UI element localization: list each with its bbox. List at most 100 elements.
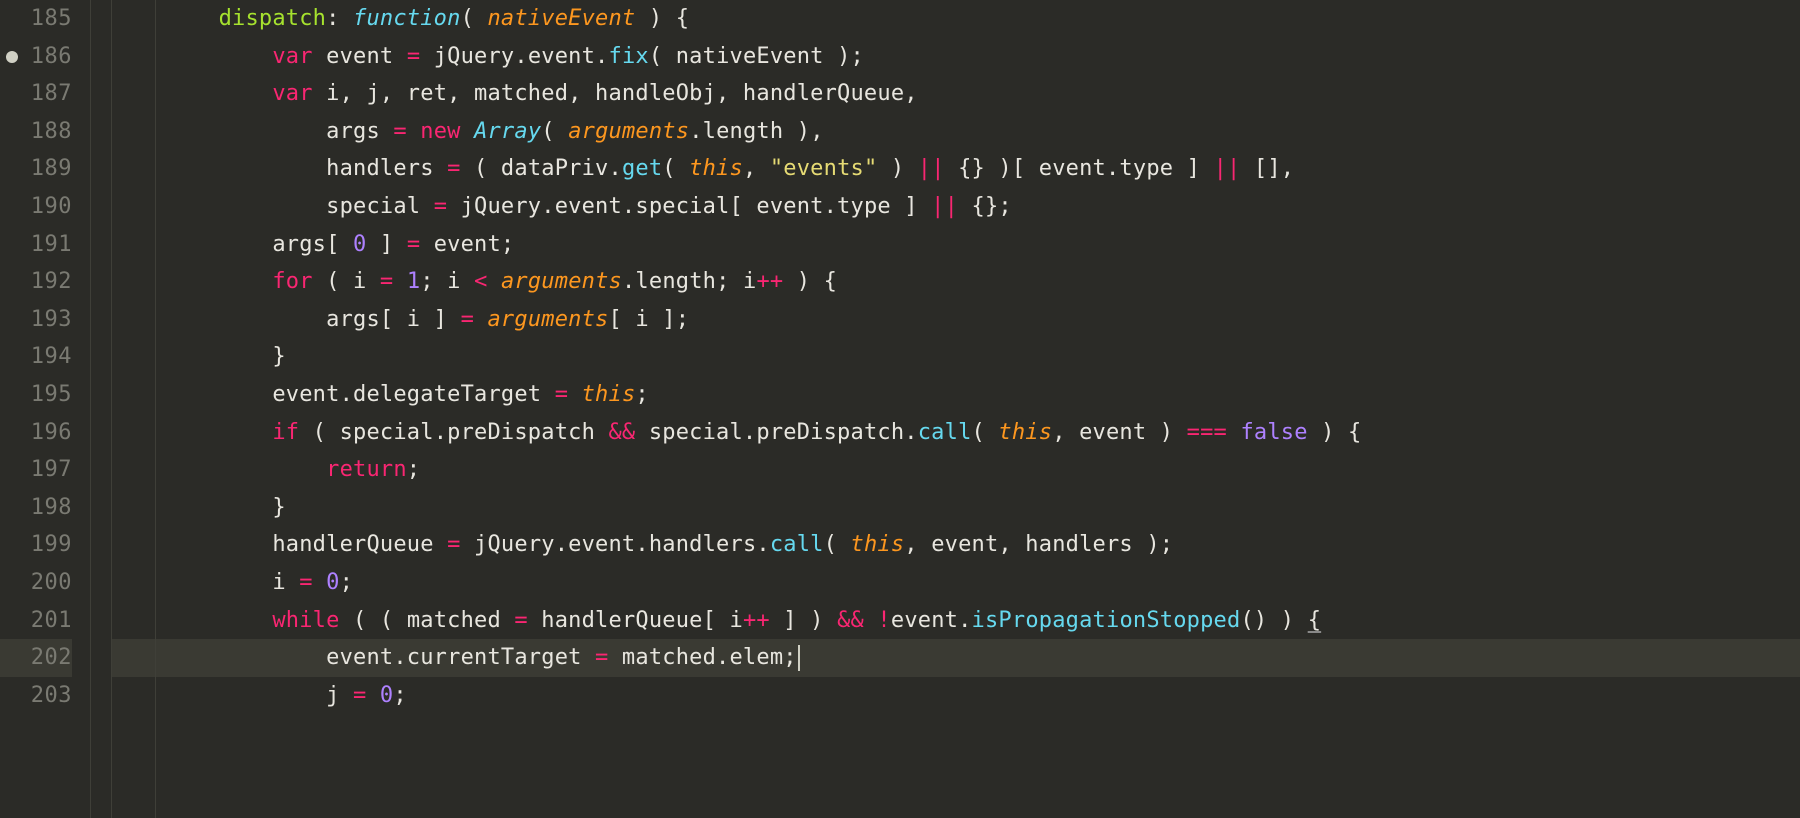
line-gutter[interactable]: 1851861871881891901911921931941951961971…: [0, 0, 90, 818]
code-token: [111, 81, 272, 106]
line-number[interactable]: 196: [0, 414, 72, 452]
code-token: {};: [958, 194, 1012, 219]
code-token: function: [353, 6, 461, 31]
code-token: ( dataPriv.: [461, 156, 622, 181]
line-number[interactable]: 199: [0, 526, 72, 564]
code-line[interactable]: }: [111, 489, 1800, 527]
code-editor[interactable]: 1851861871881891901911921931941951961971…: [0, 0, 1800, 818]
code-line[interactable]: }: [111, 338, 1800, 376]
code-line[interactable]: if ( special.preDispatch && special.preD…: [111, 414, 1800, 452]
code-line[interactable]: args[ i ] = arguments[ i ];: [111, 301, 1800, 339]
line-number[interactable]: 195: [0, 376, 72, 414]
code-token: Array: [474, 119, 541, 144]
code-token: matched.elem;: [608, 645, 796, 670]
code-token: =: [380, 269, 393, 294]
line-number[interactable]: 200: [0, 564, 72, 602]
code-token: call: [918, 420, 972, 445]
code-token: args[: [111, 232, 353, 257]
line-number[interactable]: 190: [0, 188, 72, 226]
code-token: ;: [407, 457, 420, 482]
code-area[interactable]: dispatch: function( nativeEvent ) { var …: [90, 0, 1800, 818]
code-line[interactable]: i = 0;: [111, 564, 1800, 602]
code-token: special.preDispatch: [340, 420, 609, 445]
breakpoint-marker[interactable]: [6, 51, 18, 63]
line-number[interactable]: 198: [0, 489, 72, 527]
code-token: [111, 420, 272, 445]
code-token: [407, 119, 420, 144]
code-token: =: [514, 608, 527, 633]
code-token: () ): [1240, 608, 1307, 633]
code-line[interactable]: j = 0;: [111, 677, 1800, 715]
line-number[interactable]: 192: [0, 263, 72, 301]
line-number[interactable]: 189: [0, 150, 72, 188]
code-token: (: [299, 420, 339, 445]
code-token: this: [689, 156, 743, 181]
code-token: =: [555, 382, 568, 407]
code-token: i: [111, 570, 299, 595]
code-line[interactable]: var event = jQuery.event.fix( nativeEven…: [111, 38, 1800, 76]
line-number[interactable]: 188: [0, 113, 72, 151]
code-line[interactable]: dispatch: function( nativeEvent ) {: [111, 0, 1800, 38]
code-line[interactable]: special = jQuery.event.special[ event.ty…: [111, 188, 1800, 226]
code-token: get: [622, 156, 662, 181]
code-token: var: [272, 81, 312, 106]
code-token: ,: [1052, 420, 1079, 445]
code-token: this: [851, 532, 905, 557]
code-token: );: [1133, 532, 1173, 557]
code-line[interactable]: var i, j, ret, matched, handleObj, handl…: [111, 75, 1800, 113]
code-token: handlerQueue[ i: [528, 608, 743, 633]
code-token: ||: [931, 194, 958, 219]
code-token: ++: [756, 269, 783, 294]
code-token: (: [541, 119, 568, 144]
code-token: =: [447, 532, 460, 557]
code-token: =: [393, 119, 406, 144]
code-token: [366, 683, 379, 708]
code-line[interactable]: while ( ( matched = handlerQueue[ i++ ] …: [111, 602, 1800, 640]
code-token: for: [272, 269, 312, 294]
line-number[interactable]: 187: [0, 75, 72, 113]
code-token: ) {: [783, 269, 837, 294]
code-token: ) {: [1308, 420, 1362, 445]
code-line[interactable]: for ( i = 1; i < arguments.length; i++ )…: [111, 263, 1800, 301]
code-token: handlers: [111, 156, 447, 181]
code-line[interactable]: event.currentTarget = matched.elem;: [111, 639, 1800, 677]
code-token: event, handlers: [931, 532, 1133, 557]
code-token: new: [420, 119, 460, 144]
line-number[interactable]: 193: [0, 301, 72, 339]
code-token: [111, 44, 272, 69]
code-token: while: [272, 608, 339, 633]
code-token: if: [272, 420, 299, 445]
code-token: .length: [689, 119, 783, 144]
code-line[interactable]: return;: [111, 451, 1800, 489]
line-number[interactable]: 203: [0, 677, 72, 715]
code-token: i: [447, 269, 474, 294]
code-line[interactable]: handlers = ( dataPriv.get( this, "events…: [111, 150, 1800, 188]
code-token: [568, 382, 581, 407]
code-token: =: [434, 194, 447, 219]
code-line[interactable]: args[ 0 ] = event;: [111, 226, 1800, 264]
indent-guide: [111, 0, 112, 818]
line-number[interactable]: 201: [0, 602, 72, 640]
code-token: (: [313, 269, 353, 294]
code-token: event.: [891, 608, 972, 633]
code-token: [1227, 420, 1240, 445]
code-token: arguments: [568, 119, 689, 144]
line-number[interactable]: 191: [0, 226, 72, 264]
code-token: event.currentTarget: [111, 645, 595, 670]
code-token: =: [447, 156, 460, 181]
line-number[interactable]: 202: [0, 639, 72, 677]
line-number[interactable]: 185: [0, 0, 72, 38]
code-line[interactable]: args = new Array( arguments.length ),: [111, 113, 1800, 151]
code-token: ( (: [340, 608, 407, 633]
code-token: ;: [716, 269, 743, 294]
code-token: [864, 608, 877, 633]
line-number[interactable]: 194: [0, 338, 72, 376]
code-token: event.delegateTarget: [111, 382, 555, 407]
code-line[interactable]: handlerQueue = jQuery.event.handlers.cal…: [111, 526, 1800, 564]
line-number[interactable]: 197: [0, 451, 72, 489]
code-line[interactable]: event.delegateTarget = this;: [111, 376, 1800, 414]
code-token: j: [111, 683, 353, 708]
code-token: event;: [420, 232, 514, 257]
code-token: [ i ];: [609, 307, 690, 332]
code-token: );: [824, 44, 864, 69]
